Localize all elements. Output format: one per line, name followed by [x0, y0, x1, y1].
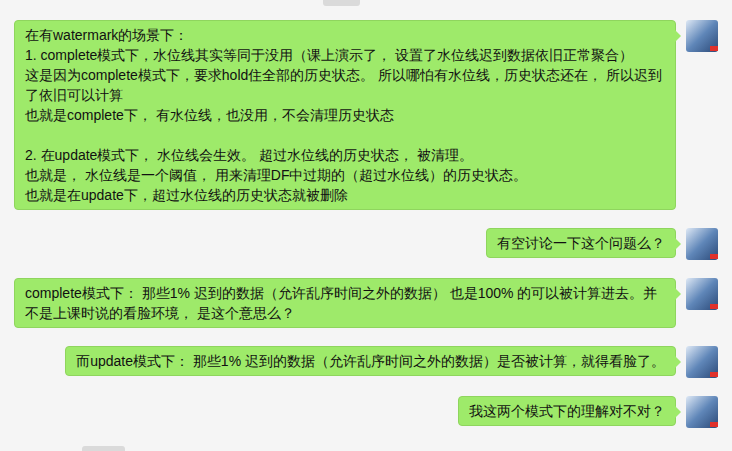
timestamp-pill — [323, 0, 360, 6]
avatar[interactable] — [686, 396, 718, 428]
message-row: 在有watermark的场景下： 1. complete模式下，水位线其实等同于… — [0, 20, 732, 210]
message-bubble[interactable]: complete模式下： 那些1% 迟到的数据（允许乱序时间之外的数据） 也是1… — [14, 278, 676, 328]
message-row: complete模式下： 那些1% 迟到的数据（允许乱序时间之外的数据） 也是1… — [0, 278, 732, 328]
timestamp-pill — [82, 446, 125, 451]
badge-dot — [710, 304, 718, 309]
avatar[interactable] — [686, 278, 718, 310]
avatar[interactable] — [686, 346, 718, 378]
badge-dot — [710, 254, 718, 259]
badge-dot — [710, 422, 718, 427]
badge-dot — [710, 46, 718, 51]
message-list: 在有watermark的场景下： 1. complete模式下，水位线其实等同于… — [0, 20, 732, 428]
message-row: 我这两个模式下的理解对不对？ — [0, 396, 732, 428]
message-bubble[interactable]: 有空讨论一下这个问题么？ — [486, 228, 676, 258]
badge-dot — [710, 372, 718, 377]
bubble-tail — [675, 406, 681, 418]
bubble-tail — [675, 288, 681, 300]
message-row: 而update模式下： 那些1% 迟到的数据（允许乱序时间之外的数据）是否被计算… — [0, 346, 732, 378]
message-bubble[interactable]: 而update模式下： 那些1% 迟到的数据（允许乱序时间之外的数据）是否被计算… — [65, 346, 676, 376]
message-bubble[interactable]: 我这两个模式下的理解对不对？ — [458, 396, 676, 426]
avatar[interactable] — [686, 228, 718, 260]
bubble-tail — [675, 30, 681, 42]
message-row: 有空讨论一下这个问题么？ — [0, 228, 732, 260]
message-bubble[interactable]: 在有watermark的场景下： 1. complete模式下，水位线其实等同于… — [14, 20, 676, 210]
bubble-tail — [675, 356, 681, 368]
chat-window: 在有watermark的场景下： 1. complete模式下，水位线其实等同于… — [0, 0, 732, 451]
avatar[interactable] — [686, 20, 718, 52]
bubble-tail — [675, 238, 681, 250]
